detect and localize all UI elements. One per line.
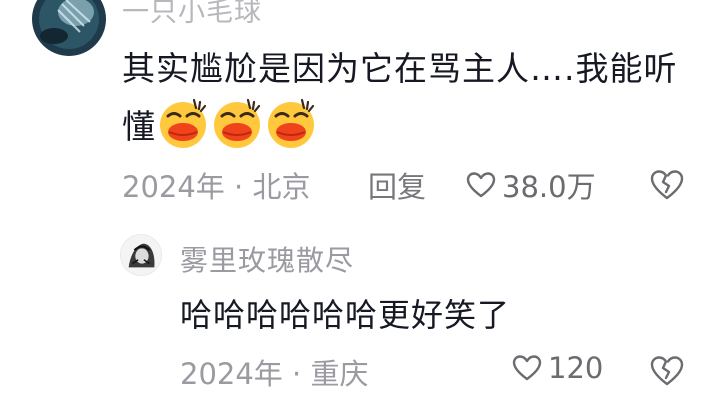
dislike-button[interactable] — [650, 169, 684, 201]
heart-outline-icon — [512, 354, 542, 382]
reply-dislike-button[interactable] — [650, 355, 684, 387]
reply-button[interactable]: 回复 — [368, 164, 426, 206]
comment-text: 其实尴尬是因为它在骂主人….我能听懂 — [122, 42, 682, 154]
comment-meta: 2024年 · 北京 — [122, 170, 311, 204]
broken-heart-icon — [650, 169, 684, 201]
kissing-face-emoji — [264, 96, 318, 150]
commenter-avatar[interactable] — [32, 0, 106, 56]
replier-username[interactable]: 雾里玫瑰散尽 — [180, 239, 354, 279]
kissing-face-emoji — [156, 96, 210, 150]
broken-heart-icon — [650, 355, 684, 387]
reply-text: 哈哈哈哈哈哈更好笑了 — [180, 296, 511, 334]
reply-like-count: 120 — [548, 351, 604, 385]
commenter-username[interactable]: 一只小毛球 — [122, 0, 262, 29]
like-button[interactable]: 38.0万 — [466, 164, 596, 206]
like-count: 38.0万 — [502, 170, 596, 204]
reply-meta: 2024年 · 重庆 — [180, 357, 369, 391]
kissing-face-emoji — [210, 96, 264, 150]
reply-like-button[interactable]: 120 — [512, 351, 603, 385]
replier-avatar[interactable] — [120, 234, 162, 276]
heart-outline-icon — [466, 171, 496, 199]
